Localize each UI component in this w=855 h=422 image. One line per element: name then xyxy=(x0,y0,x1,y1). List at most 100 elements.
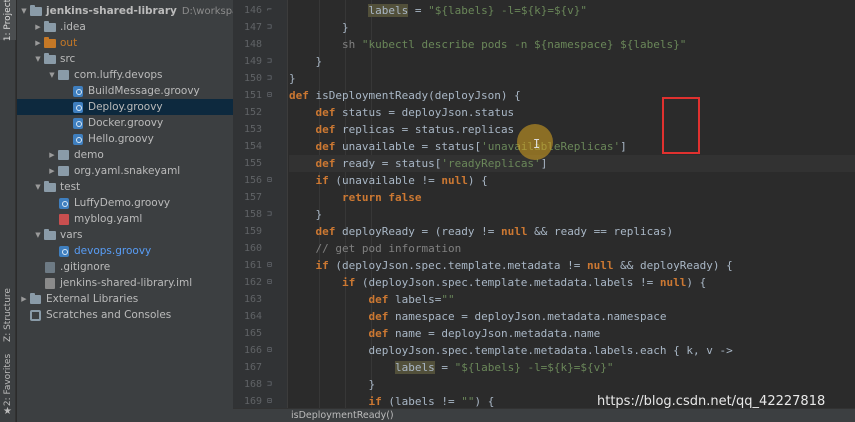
tree-item[interactable]: ▼ jenkins-shared-library D:\workspace\luff xyxy=(17,3,233,19)
fold-marker-icon[interactable]: ⊟ xyxy=(267,175,272,184)
tree-item[interactable]: ▼ src xyxy=(17,51,233,67)
tree-item[interactable]: ▼ test xyxy=(17,179,233,195)
code-token: isDeploymentReady(deployJson) { xyxy=(308,89,521,102)
code-token: def xyxy=(289,89,309,102)
folder-icon xyxy=(43,20,56,33)
code-line[interactable]: sh "kubectl describe pods -n ${namespace… xyxy=(289,36,686,53)
tree-item[interactable]: ▶ .idea xyxy=(17,19,233,35)
code-token: def xyxy=(315,123,336,136)
package-icon xyxy=(57,150,70,161)
tree-item[interactable]: devops.groovy xyxy=(17,243,233,259)
tree-item[interactable]: ▼ vars xyxy=(17,227,233,243)
code-line[interactable]: def deployReady = (ready != null && read… xyxy=(289,223,674,240)
code-line[interactable]: } xyxy=(289,53,322,70)
code-line[interactable]: labels = "${labels} -l=${k}=${v}" xyxy=(289,2,587,19)
collapse-arrow-icon[interactable]: ▶ xyxy=(19,295,29,303)
code-line[interactable]: def ready = status['readyReplicas'] xyxy=(289,155,855,172)
fold-marker-icon[interactable]: ⊐ xyxy=(267,73,272,82)
line-number: 152 xyxy=(243,107,262,118)
tree-item[interactable]: BuildMessage.groovy xyxy=(17,83,233,99)
expand-arrow-icon[interactable]: ▼ xyxy=(19,7,29,15)
code-token: "" xyxy=(441,293,455,306)
code-line[interactable]: // get pod information xyxy=(289,240,462,257)
code-token: ) { xyxy=(474,395,495,408)
collapse-arrow-icon[interactable]: ▶ xyxy=(33,39,43,47)
fold-marker-icon[interactable]: ⊟ xyxy=(267,345,272,354)
breadcrumb[interactable]: isDeploymentReady() xyxy=(291,410,394,421)
code-line[interactable]: def name = deployJson.metadata.name xyxy=(289,325,600,342)
code-token: null xyxy=(500,225,528,238)
code-token: if xyxy=(315,259,329,272)
code-token: "${labels} -l=${k}=${v}" xyxy=(428,4,588,17)
code-token: (deployJson.spec.template.metadata.label… xyxy=(355,276,660,289)
code-token: (unavailable != xyxy=(328,174,442,187)
fold-marker-icon[interactable]: ⊐ xyxy=(267,22,272,31)
code-line[interactable]: deployJson.spec.template.metadata.labels… xyxy=(289,342,732,359)
tree-item[interactable]: myblog.yaml xyxy=(17,211,233,227)
fold-marker-icon[interactable]: ⊟ xyxy=(267,396,272,405)
expand-arrow-icon[interactable]: ▼ xyxy=(33,183,43,191)
code-line[interactable]: def namespace = deployJson.metadata.name… xyxy=(289,308,666,325)
fold-marker-icon[interactable]: ⌐ xyxy=(267,5,272,14)
tree-item[interactable]: Hello.groovy xyxy=(17,131,233,147)
structure-tool-tab[interactable]: Z: Structure xyxy=(0,280,16,350)
code-token: if xyxy=(341,276,356,289)
code-line[interactable]: def isDeploymentReady(deployJson) { xyxy=(289,87,521,104)
code-token: def xyxy=(368,293,389,306)
expand-arrow-icon[interactable]: ▼ xyxy=(47,71,57,79)
fold-marker-icon[interactable]: ⊐ xyxy=(267,56,272,65)
tree-item[interactable]: ▶ External Libraries xyxy=(17,291,233,307)
fold-marker-icon[interactable]: ⊐ xyxy=(267,379,272,388)
tree-item[interactable]: jenkins-shared-library.iml xyxy=(17,275,233,291)
fold-marker-icon[interactable]: ⊟ xyxy=(267,260,272,269)
tree-item[interactable]: ▶ out xyxy=(17,35,233,51)
code-line[interactable]: } xyxy=(289,376,375,393)
code-token: "" xyxy=(461,395,475,408)
code-token: } xyxy=(289,378,376,391)
expand-arrow-icon[interactable]: ▼ xyxy=(33,231,43,239)
code-token: def xyxy=(315,157,336,170)
code-editor[interactable]: labels = "${labels} -l=${k}=${v}" } sh "… xyxy=(289,0,855,408)
code-line[interactable]: return false xyxy=(289,189,421,206)
groovy-file-icon xyxy=(71,133,84,145)
fold-marker-icon[interactable]: ⊟ xyxy=(267,277,272,286)
code-token: deployReady = (ready != xyxy=(335,225,501,238)
expand-arrow-icon[interactable]: ▼ xyxy=(33,55,43,63)
code-line[interactable]: labels = "${labels} -l=${k}=${v}" xyxy=(289,359,614,376)
code-line[interactable]: def status = deployJson.status xyxy=(289,104,515,121)
tree-item[interactable]: ▶ org.yaml.snakeyaml xyxy=(17,163,233,179)
code-line[interactable]: def unavailable = status['unavailableRep… xyxy=(289,138,627,155)
code-line[interactable]: if (deployJson.spec.template.metadata.la… xyxy=(289,274,706,291)
tree-item[interactable]: Docker.groovy xyxy=(17,115,233,131)
code-line[interactable]: } xyxy=(289,206,322,223)
line-number: 164 xyxy=(243,311,262,322)
tree-item[interactable]: ▶ demo xyxy=(17,147,233,163)
tree-item[interactable]: .gitignore xyxy=(17,259,233,275)
code-line[interactable]: if (deployJson.spec.template.metadata !=… xyxy=(289,257,733,274)
folder-icon xyxy=(43,180,56,193)
tree-item[interactable]: Deploy.groovy xyxy=(17,99,233,115)
code-line[interactable]: } xyxy=(289,19,349,36)
code-token: = xyxy=(434,361,455,374)
collapse-arrow-icon[interactable]: ▶ xyxy=(47,167,57,175)
code-line[interactable]: if (unavailable != null) { xyxy=(289,172,488,189)
tree-item[interactable]: LuffyDemo.groovy xyxy=(17,195,233,211)
project-tool-tab[interactable]: 1: Project xyxy=(0,0,16,41)
code-token: def xyxy=(368,327,389,340)
tree-item[interactable]: Scratches and Consoles xyxy=(17,307,233,323)
code-line[interactable]: if (labels != "") { xyxy=(289,393,494,408)
code-line[interactable]: } xyxy=(289,70,296,87)
tree-item-label: vars xyxy=(60,229,83,241)
code-token: 'readyReplicas' xyxy=(441,157,541,170)
fold-marker-icon[interactable]: ⊟ xyxy=(267,90,272,99)
tree-item[interactable]: ▼ com.luffy.devops xyxy=(17,67,233,83)
fold-marker-icon[interactable]: ⊐ xyxy=(267,209,272,218)
collapse-arrow-icon[interactable]: ▶ xyxy=(33,23,43,31)
code-line[interactable]: def replicas = status.replicas xyxy=(289,121,515,138)
breadcrumb-bar: isDeploymentReady() xyxy=(233,408,855,422)
collapse-arrow-icon[interactable]: ▶ xyxy=(47,151,57,159)
favorites-tool-tab[interactable]: 2: Favorites xyxy=(0,354,16,406)
code-line[interactable]: def labels="" xyxy=(289,291,455,308)
